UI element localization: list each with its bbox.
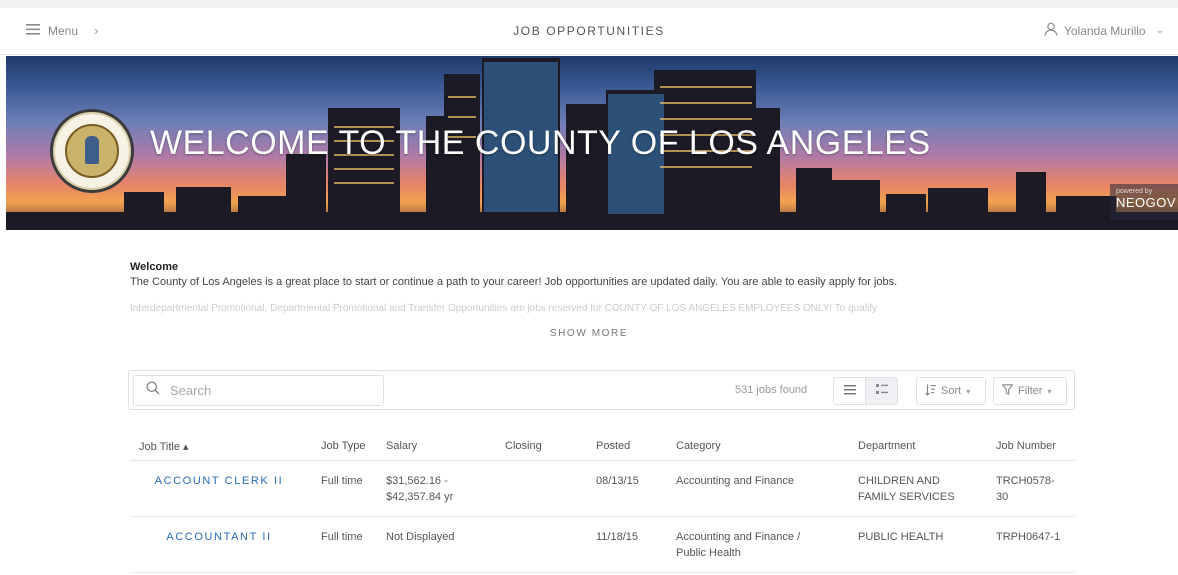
jobs-table: Job Title ▴ Job Type Salary Closing Post… [130, 430, 1075, 573]
job-title-cell: ACCOUNTANT II [139, 529, 299, 545]
county-seal-logo [50, 109, 134, 193]
job-number-cell: TRPH0647-1 [996, 529, 1076, 545]
sort-label: Sort [941, 385, 962, 397]
job-title-link[interactable]: ACCOUNTANT II [166, 531, 271, 543]
posted-cell: 11/18/15 [596, 531, 639, 543]
category-line: Public Health [676, 547, 741, 559]
chevron-down-icon: ⌄ [1155, 25, 1164, 36]
salary-cell: Not Displayed [386, 529, 486, 545]
user-name: Yolanda Murillo [1064, 23, 1146, 38]
salary-line: $31,562.16 - [386, 475, 448, 487]
table-row[interactable]: ACCOUNT CLERK II Full time $31,562.16 - … [130, 461, 1075, 517]
jobs-toolbar: 531 jobs found Sort ▾ Filter ▾ [128, 370, 1075, 410]
sort-icon [925, 384, 936, 399]
banner-heading: WELCOME TO THE COUNTY OF LOS ANGELES [150, 124, 931, 162]
job-title-link[interactable]: ACCOUNT CLERK II [155, 475, 284, 487]
job-title-cell: ACCOUNT CLERK II [139, 473, 299, 489]
job-type-cell: Full time [321, 531, 363, 543]
category-cell: Accounting and Finance / Public Health [676, 529, 836, 561]
search-box[interactable] [133, 375, 384, 406]
salary-cell: $31,562.16 - $42,357.84 yr [386, 473, 486, 505]
top-navbar: Menu › JOB OPPORTUNITIES Yolanda Murillo… [0, 8, 1178, 55]
caret-down-icon: ▾ [1047, 386, 1052, 396]
header-job-title[interactable]: Job Title ▴ [139, 440, 299, 453]
powered-by-badge: powered by NEOGOV [1110, 184, 1178, 220]
header-job-number[interactable]: Job Number [996, 440, 1076, 452]
card-view-button[interactable] [865, 377, 898, 405]
filter-label: Filter [1018, 385, 1043, 397]
category-cell: Accounting and Finance [676, 473, 836, 489]
user-icon [1044, 22, 1058, 39]
category-line: Accounting and Finance / [676, 531, 801, 543]
header-department[interactable]: Department [858, 440, 978, 452]
category-line: Accounting and Finance [676, 475, 795, 487]
intro-text: The County of Los Angeles is a great pla… [130, 276, 898, 288]
department-cell: CHILDREN AND FAMILY SERVICES [858, 473, 978, 505]
intro-faded-text: Interdepartmental Promotional, Departmen… [130, 303, 878, 314]
welcome-banner: WELCOME TO THE COUNTY OF LOS ANGELES pow… [6, 56, 1178, 230]
page-title: JOB OPPORTUNITIES [513, 24, 665, 38]
list-view-icon [843, 382, 856, 400]
intro-section: Welcome The County of Los Angeles is a g… [130, 261, 1050, 315]
user-menu[interactable]: Yolanda Murillo ⌄ [1044, 22, 1164, 39]
card-view-icon [875, 382, 888, 400]
sort-dropdown[interactable]: Sort ▾ [916, 377, 986, 405]
department-line: CHILDREN AND [858, 475, 940, 487]
filter-icon [1001, 384, 1014, 398]
posted-cell: 08/13/15 [596, 475, 639, 487]
department-cell: PUBLIC HEALTH [858, 529, 978, 545]
search-input[interactable] [170, 383, 370, 398]
powered-by-label: powered by [1116, 188, 1153, 195]
job-number-line: 30 [996, 491, 1009, 503]
top-strip [0, 0, 1178, 8]
job-number-cell: TRCH0578- 30 [996, 473, 1076, 505]
page: Menu › JOB OPPORTUNITIES Yolanda Murillo… [0, 0, 1178, 575]
job-number-line: TRCH0578- [996, 475, 1055, 487]
show-more-link[interactable]: SHOW MORE [0, 328, 1178, 339]
table-header: Job Title ▴ Job Type Salary Closing Post… [130, 430, 1075, 461]
header-job-type[interactable]: Job Type [321, 440, 381, 452]
intro-heading: Welcome [130, 261, 179, 273]
job-number-line: TRPH0647-1 [996, 531, 1061, 543]
header-category[interactable]: Category [676, 440, 836, 452]
salary-line: $42,357.84 yr [386, 491, 454, 503]
brand-label: NEOGOV [1116, 195, 1177, 210]
department-line: FAMILY SERVICES [858, 491, 955, 503]
header-closing[interactable]: Closing [505, 440, 565, 452]
filter-dropdown[interactable]: Filter ▾ [993, 377, 1067, 405]
jobs-found-count: 531 jobs found [735, 384, 808, 396]
header-salary[interactable]: Salary [386, 440, 486, 452]
job-type-cell: Full time [321, 475, 363, 487]
caret-down-icon: ▾ [966, 386, 971, 396]
department-line: PUBLIC HEALTH [858, 531, 944, 543]
salary-line: Not Displayed [386, 531, 455, 543]
search-icon [146, 381, 160, 400]
list-view-button[interactable] [833, 377, 866, 405]
header-posted[interactable]: Posted [596, 440, 656, 452]
table-row[interactable]: ACCOUNTANT II Full time Not Displayed 11… [130, 517, 1075, 573]
